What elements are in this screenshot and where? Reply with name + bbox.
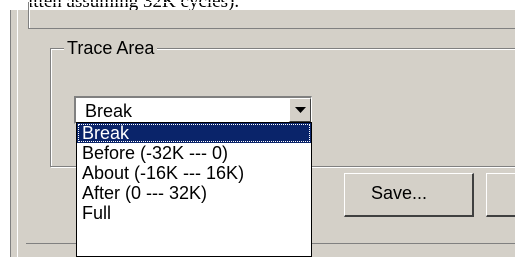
list-item[interactable]: About (-16K --- 16K)	[77, 163, 311, 183]
save-button[interactable]: Save...	[344, 173, 474, 217]
chevron-down-icon	[295, 107, 306, 113]
dropdown-button[interactable]	[289, 98, 311, 122]
list-item[interactable]: After (0 --- 32K)	[77, 183, 311, 203]
combobox-value: Break	[85, 101, 133, 121]
previous-groupbox	[28, 2, 515, 29]
list-item[interactable]: Before (-32K --- 0)	[77, 143, 311, 163]
list-item[interactable]: Full	[77, 203, 311, 223]
trace-area-dropdown-list[interactable]: Break Before (-32K --- 0) About (-16K --…	[76, 122, 312, 257]
list-item[interactable]: Break	[77, 123, 311, 143]
trace-area-combobox[interactable]: Break	[74, 96, 312, 124]
dialog-left-border	[10, 10, 17, 257]
save-button-label: Save...	[371, 183, 428, 203]
trace-area-title: Trace Area	[64, 38, 158, 58]
next-button[interactable]	[486, 173, 515, 217]
